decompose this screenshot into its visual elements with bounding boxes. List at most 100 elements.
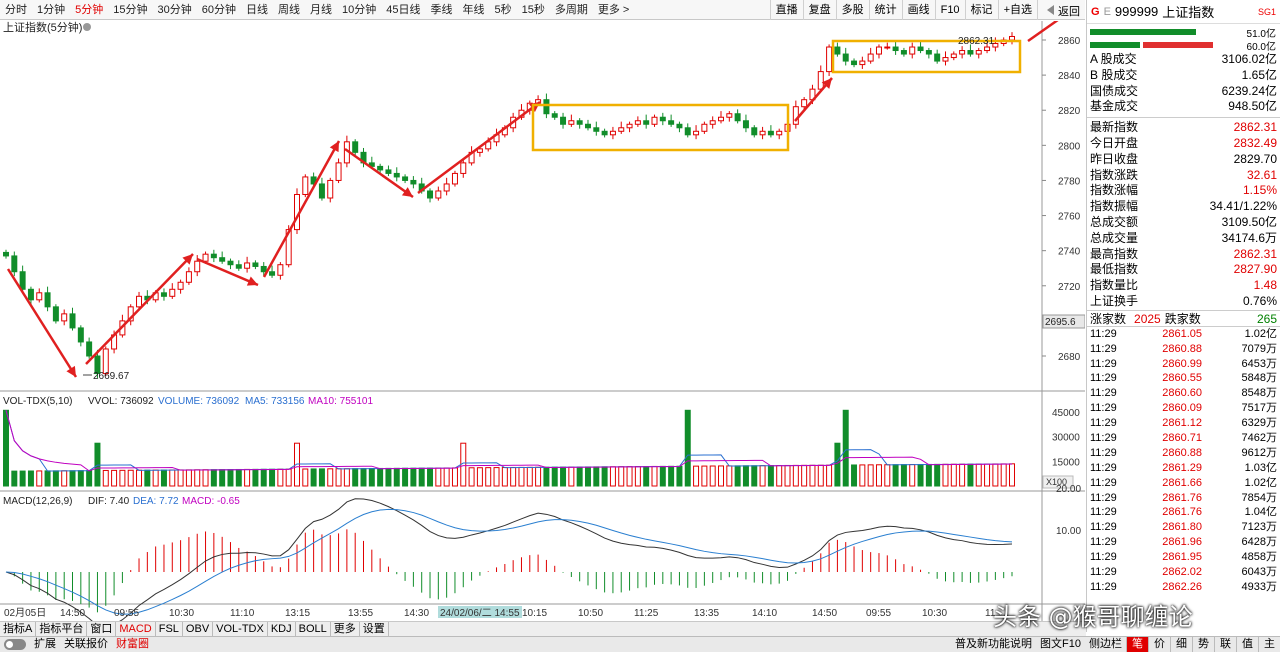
tool-button[interactable]: 画线	[901, 0, 935, 20]
y-tick-label: 2840	[1058, 71, 1081, 82]
indicator-tab[interactable]: FSL	[156, 622, 183, 636]
volume-bar	[618, 466, 625, 487]
volume-bar	[576, 466, 583, 487]
timeframe-tab[interactable]: 季线	[426, 0, 458, 20]
timeframe-tab[interactable]: 5分钟	[70, 0, 108, 20]
time-axis-label: 09:55	[114, 608, 139, 619]
indicator-tab[interactable]: 指标A	[0, 622, 37, 636]
timeframe-tab[interactable]: 5秒	[490, 0, 517, 20]
volume-bar	[767, 465, 774, 487]
volume-bar	[451, 467, 458, 487]
indicator-tab[interactable]: 指标平台	[36, 622, 88, 636]
indicator-tab[interactable]: BOLL	[296, 622, 331, 636]
volume-bar	[260, 468, 267, 487]
tool-button[interactable]: 直播	[769, 0, 803, 20]
status-item[interactable]: 财富圈	[112, 637, 153, 652]
volume-bar	[917, 463, 924, 487]
kline-chart-area[interactable]: 2860284028202800278027602740272027002680…	[0, 21, 1085, 621]
tick-row: 11:29 2860.09 7517万	[1087, 401, 1280, 416]
volume-bar	[19, 470, 26, 487]
status-item[interactable]: 扩展	[30, 637, 60, 652]
timeframe-tab[interactable]: 更多 >	[593, 0, 634, 20]
macd-name: MACD(12,26,9)	[3, 496, 72, 507]
y-tick-label: 2820	[1058, 106, 1081, 117]
volume-bar	[69, 470, 76, 487]
indicator-tab[interactable]: 设置	[360, 622, 389, 636]
stat-row: 基金成交 948.50亿	[1087, 99, 1280, 115]
tool-button[interactable]: 多股	[835, 0, 869, 20]
timeframe-tab[interactable]: 月线	[305, 0, 337, 20]
panel-tab[interactable]: 势	[1192, 637, 1214, 652]
quote-label: 总成交量	[1090, 230, 1139, 245]
tick-price: 2861.76	[1162, 506, 1202, 519]
tick-list[interactable]: 11:29 2861.05 1.02亿 11:29 2860.88 7079万 11:29 2…	[1087, 327, 1280, 595]
timeframe-tab[interactable]: 1分钟	[32, 0, 70, 20]
back-button[interactable]: 返回	[1037, 0, 1085, 20]
toggle-icon[interactable]	[4, 639, 26, 650]
tick-time: 11:29	[1090, 521, 1117, 534]
quote-row: 上证换手 0.76%	[1087, 294, 1280, 310]
panel-tab[interactable]: 值	[1236, 637, 1258, 652]
volume-bar	[352, 468, 359, 487]
volume-bar	[900, 464, 907, 487]
indicator-tab[interactable]: 更多	[331, 622, 360, 636]
panel-tab[interactable]: 主	[1258, 637, 1280, 652]
status-item[interactable]: 关联报价	[60, 637, 112, 652]
timeframe-tab[interactable]: 日线	[241, 0, 273, 20]
candle-body	[909, 46, 916, 55]
tool-button[interactable]: F10	[934, 0, 965, 20]
panel-tab[interactable]: 笔	[1126, 637, 1148, 652]
time-axis-label: 14:10	[752, 608, 777, 619]
sg-badge[interactable]: SG1	[1258, 7, 1276, 17]
sidebar-toggle[interactable]: 侧边栏	[1085, 637, 1126, 652]
indicator-tab[interactable]: MACD	[116, 622, 156, 636]
tick-time: 11:29	[1090, 476, 1117, 489]
tool-button[interactable]: 统计	[868, 0, 902, 20]
timeframe-tab[interactable]: 年线	[458, 0, 490, 20]
candle-body	[826, 46, 833, 73]
timeframe-tab[interactable]: 10分钟	[337, 0, 381, 20]
tool-button[interactable]: +自选	[997, 0, 1037, 20]
candle-body	[984, 46, 991, 52]
candle-body	[52, 306, 59, 322]
indicator-tab[interactable]: VOL-TDX	[213, 622, 268, 636]
timeframe-tab[interactable]: 60分钟	[197, 0, 241, 20]
tick-time: 11:29	[1090, 580, 1117, 593]
timeframe-tab[interactable]: 周线	[273, 0, 305, 20]
volume-bar	[776, 465, 783, 487]
candle-body	[584, 123, 591, 129]
tick-row: 11:29 2861.05 1.02亿	[1087, 327, 1280, 342]
tool-button[interactable]: 复盘	[802, 0, 836, 20]
news-link[interactable]: 普及新功能说明	[951, 637, 1036, 652]
timeframe-tab[interactable]: 分时	[0, 0, 32, 20]
volume-bar	[269, 468, 276, 487]
tick-price: 2862.02	[1162, 566, 1202, 578]
timeframe-tab[interactable]: 多周期	[550, 0, 593, 20]
volume-bar	[468, 467, 475, 487]
timeframe-tab[interactable]: 15秒	[517, 0, 550, 20]
volume-bar	[435, 467, 442, 487]
dec-value: 265	[1256, 311, 1277, 326]
f10-link[interactable]: 图文F10	[1036, 637, 1085, 652]
candle-body	[759, 130, 766, 136]
indicator-tab[interactable]: 窗口	[87, 622, 117, 636]
trend-arrow	[262, 140, 341, 278]
tick-row: 11:29 2861.95 4858万	[1087, 550, 1280, 565]
timeframe-tab[interactable]: 45日线	[381, 0, 425, 20]
stat-value: 1.65亿	[1241, 67, 1277, 82]
volume-bar	[177, 469, 184, 487]
chart-canvas[interactable]: 2860284028202800278027602740272027002680…	[0, 21, 1085, 621]
timeframe-tab[interactable]: 30分钟	[153, 0, 197, 20]
indicator-tab[interactable]: OBV	[183, 622, 214, 636]
panel-tab[interactable]: 价	[1148, 637, 1170, 652]
indicator-tab[interactable]: KDJ	[268, 622, 296, 636]
time-axis-label: 09:55	[866, 608, 891, 619]
panel-tab[interactable]: 细	[1170, 637, 1192, 652]
tool-button[interactable]: 标记	[964, 0, 998, 20]
volume-bar	[551, 466, 558, 487]
volume-bar	[368, 468, 375, 487]
timeframe-tab[interactable]: 15分钟	[108, 0, 152, 20]
volume-bar	[709, 465, 716, 487]
panel-tab[interactable]: 联	[1214, 637, 1236, 652]
chart-title: 上证指数(5分钟)	[3, 21, 82, 34]
